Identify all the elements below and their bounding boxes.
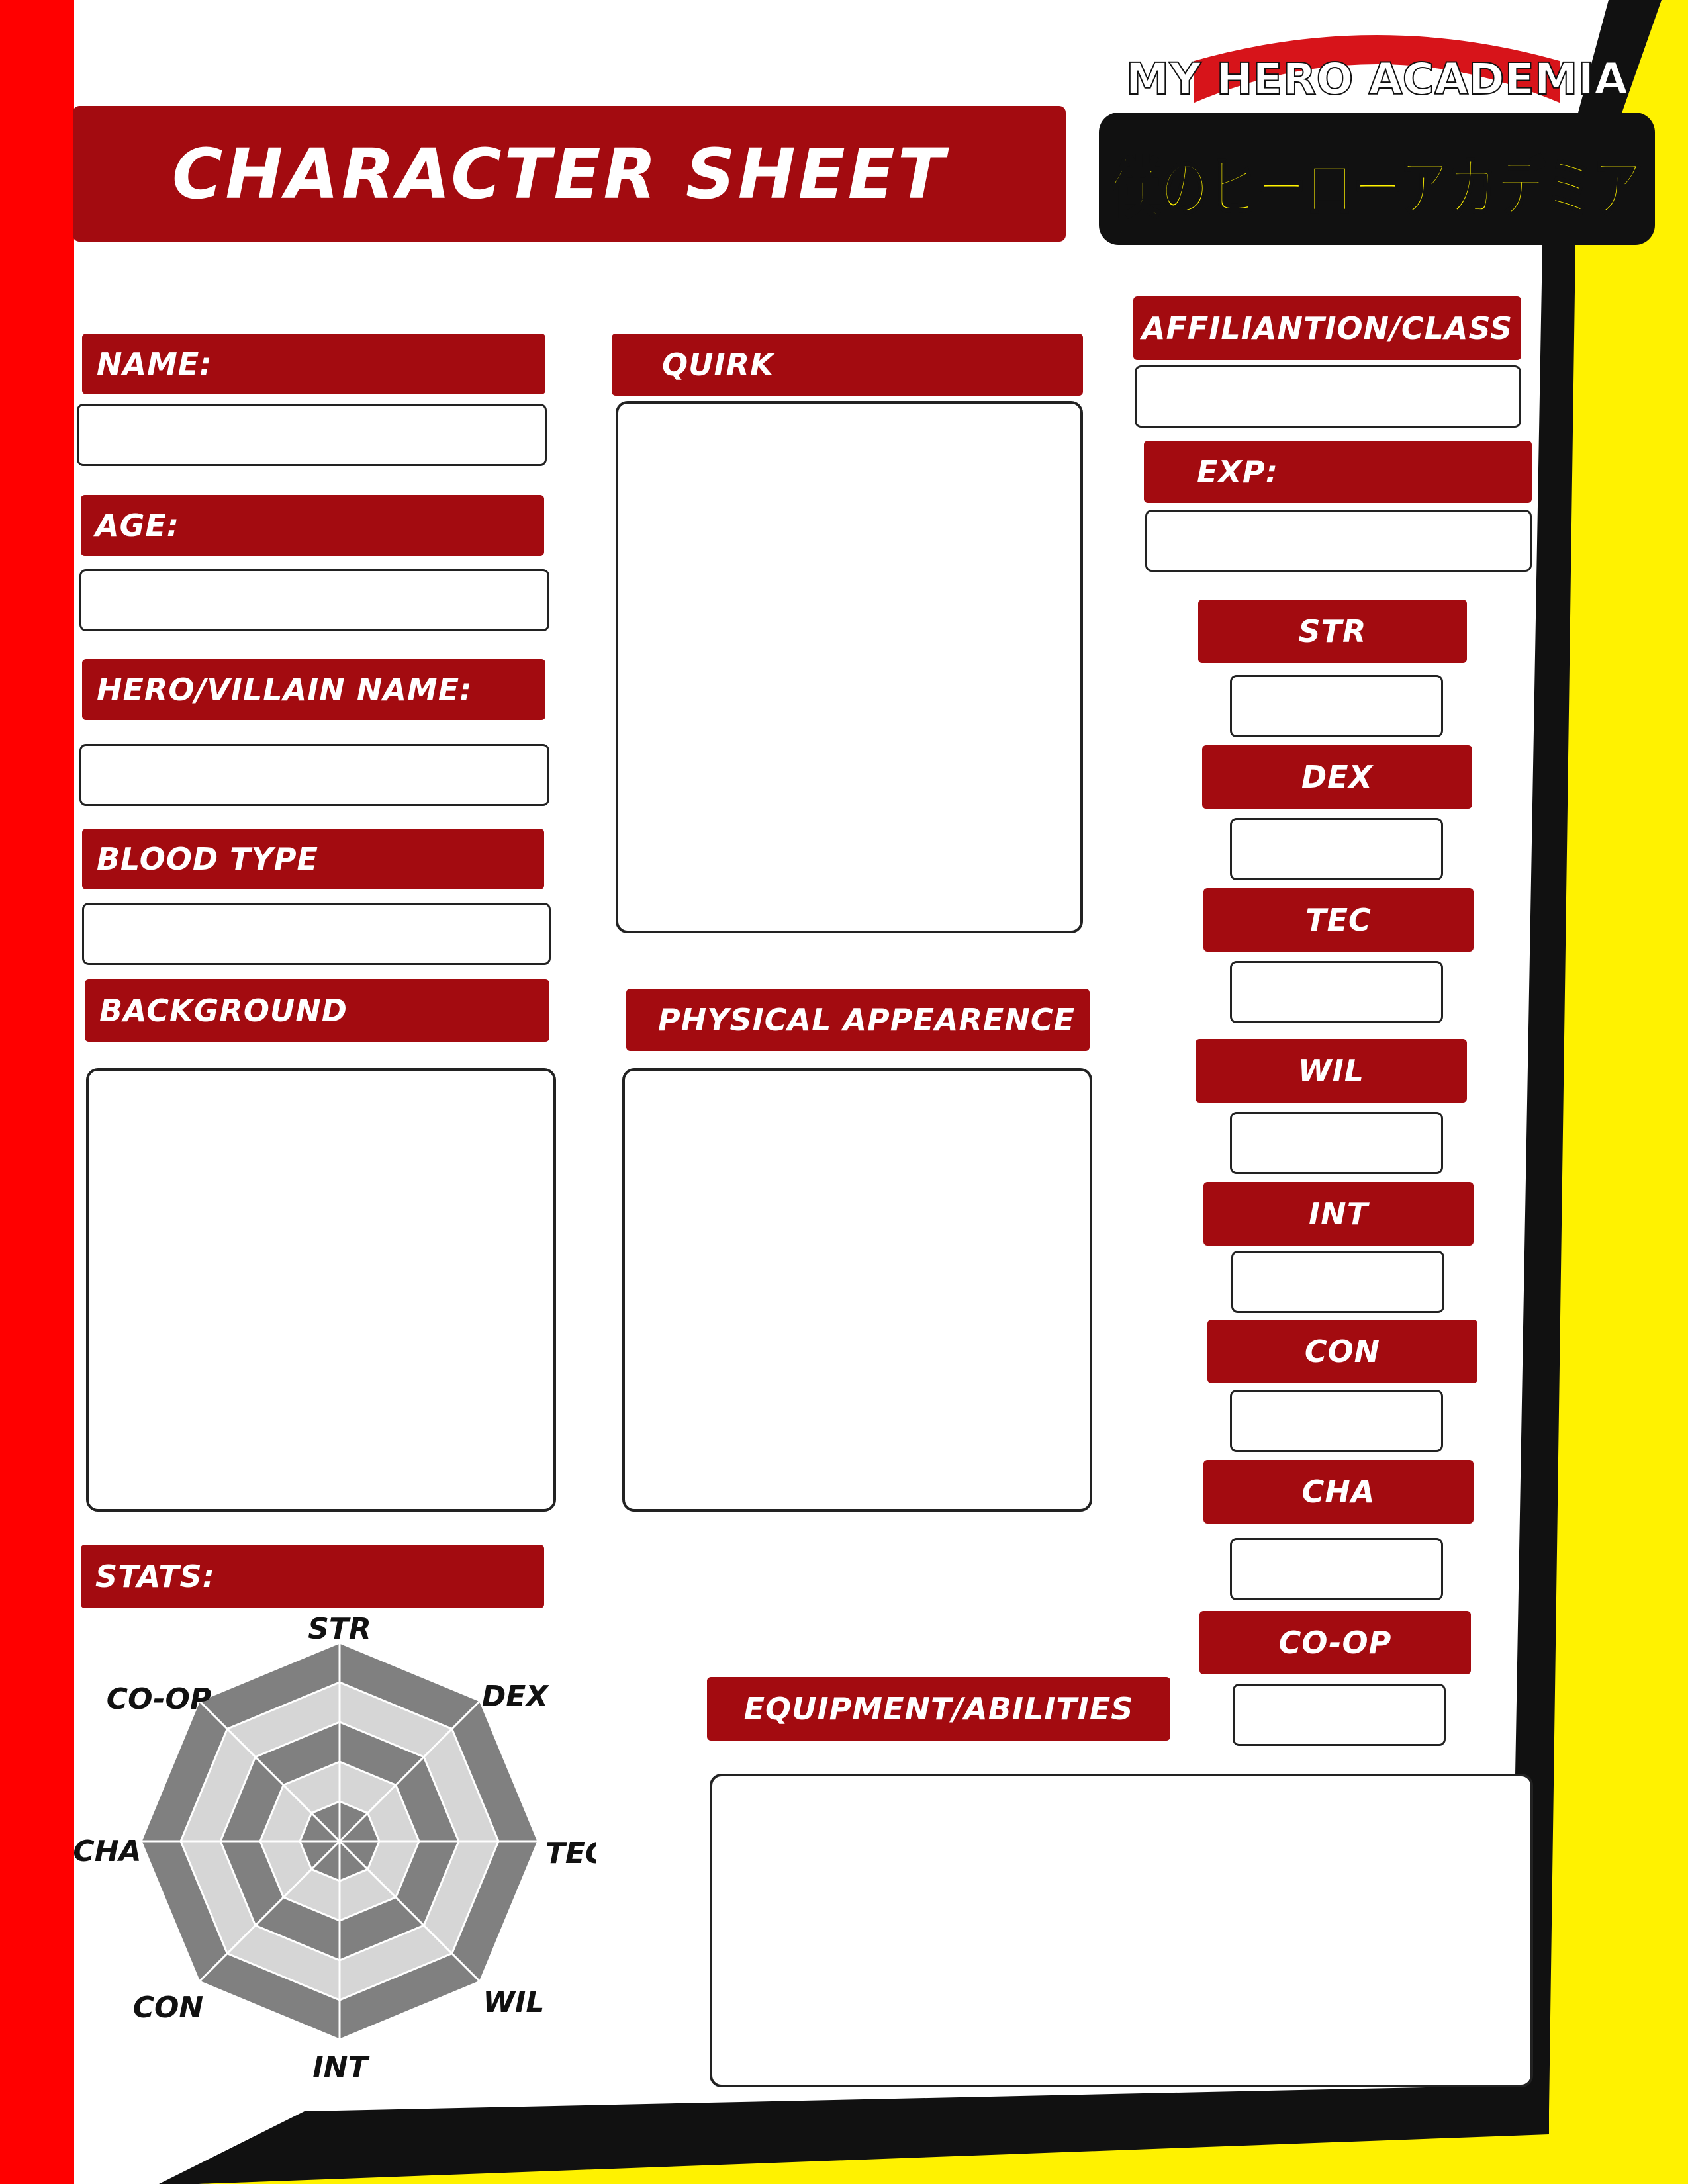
hero-villain-name-header: HERO/VILLAIN NAME: [82, 659, 545, 720]
stat-coop-header: CO-OP [1199, 1611, 1471, 1674]
my-hero-academia-logo: MY HERO ACADEMIA 僕のヒーローアカデミア [1099, 31, 1655, 245]
blood-type-header: BLOOD TYPE [82, 829, 544, 889]
affiliation-class-header: AFFILIANTION/CLASS [1133, 296, 1521, 360]
quirk-label: QUIRK [662, 347, 774, 383]
stat-str-header: STR [1198, 600, 1467, 663]
stat-dex-field[interactable] [1230, 818, 1443, 880]
logo-japanese-text: 僕のヒーローアカデミア [1111, 151, 1642, 226]
name-field[interactable] [77, 404, 547, 466]
stat-str-label: STR [1298, 614, 1367, 649]
background-header: BACKGROUND [85, 979, 549, 1042]
stat-int-field[interactable] [1231, 1251, 1444, 1313]
equipment-abilities-label: EQUIPMENT/ABILITIES [743, 1691, 1134, 1727]
title-banner: CHARACTER SHEET [73, 106, 1066, 242]
stat-cha-header: CHA [1203, 1460, 1474, 1524]
physical-appearance-field[interactable] [622, 1068, 1092, 1512]
stat-cha-field[interactable] [1230, 1538, 1443, 1600]
stat-cha-label: CHA [1301, 1474, 1376, 1510]
age-field[interactable] [79, 569, 549, 631]
stat-coop-label: CO-OP [1278, 1625, 1392, 1661]
radar-label-coop: CO-OP [107, 1682, 211, 1716]
radar-label-cha: CHA [73, 1835, 141, 1868]
equipment-abilities-header: EQUIPMENT/ABILITIES [707, 1677, 1170, 1741]
exp-label: EXP: [1197, 454, 1278, 490]
page-title: CHARACTER SHEET [172, 133, 947, 214]
physical-appearance-label: PHYSICAL APPEARENCE [658, 1002, 1076, 1038]
stat-con-label: CON [1304, 1334, 1381, 1369]
quirk-field[interactable] [616, 401, 1083, 933]
stat-tec-header: TEC [1203, 888, 1474, 952]
name-label: NAME: [97, 346, 212, 382]
quirk-header: QUIRK [612, 334, 1083, 396]
blood-type-field[interactable] [82, 903, 551, 965]
stat-con-field[interactable] [1230, 1390, 1443, 1452]
affiliation-class-label: AFFILIANTION/CLASS [1141, 310, 1513, 346]
stat-tec-field[interactable] [1230, 961, 1443, 1023]
stat-int-header: INT [1203, 1182, 1474, 1246]
hero-villain-name-label: HERO/VILLAIN NAME: [97, 672, 473, 707]
radar-label-wil: WIL [483, 1985, 545, 2019]
stat-wil-field[interactable] [1230, 1112, 1443, 1174]
stat-str-field[interactable] [1230, 675, 1443, 737]
radar-label-int: INT [312, 2050, 369, 2084]
stat-coop-field[interactable] [1233, 1684, 1446, 1746]
stat-con-header: CON [1207, 1320, 1477, 1383]
physical-appearance-header: PHYSICAL APPEARENCE [626, 989, 1090, 1051]
radar-label-tec: TEC [545, 1837, 596, 1870]
blood-type-label: BLOOD TYPE [97, 841, 318, 877]
age-header: AGE: [81, 495, 544, 556]
background-field[interactable] [86, 1068, 556, 1512]
stat-dex-label: DEX [1301, 759, 1374, 795]
stat-tec-label: TEC [1305, 902, 1372, 938]
name-header: NAME: [82, 334, 545, 394]
background-label: BACKGROUND [99, 993, 348, 1028]
stat-int-label: INT [1309, 1196, 1368, 1232]
radar-label-dex: DEX [482, 1680, 550, 1713]
left-red-strip [0, 0, 74, 2184]
logo-top-text: MY HERO ACADEMIA [1126, 54, 1628, 105]
age-label: AGE: [95, 508, 180, 543]
stat-wil-header: WIL [1196, 1039, 1467, 1103]
stats-radar-chart: STR DEX TEC WIL INT CON CHA CO-OP [73, 1612, 596, 2084]
radar-label-str: STR [308, 1612, 371, 1646]
hero-villain-name-field[interactable] [79, 744, 549, 806]
equipment-abilities-field[interactable] [710, 1774, 1533, 2087]
exp-header: EXP: [1144, 441, 1532, 503]
stats-header: STATS: [81, 1545, 544, 1608]
radar-label-con: CON [133, 1991, 204, 2025]
stat-dex-header: DEX [1202, 745, 1472, 809]
stats-label: STATS: [95, 1559, 216, 1594]
affiliation-class-field[interactable] [1135, 365, 1521, 428]
stat-wil-label: WIL [1297, 1053, 1365, 1089]
exp-field[interactable] [1145, 510, 1532, 572]
